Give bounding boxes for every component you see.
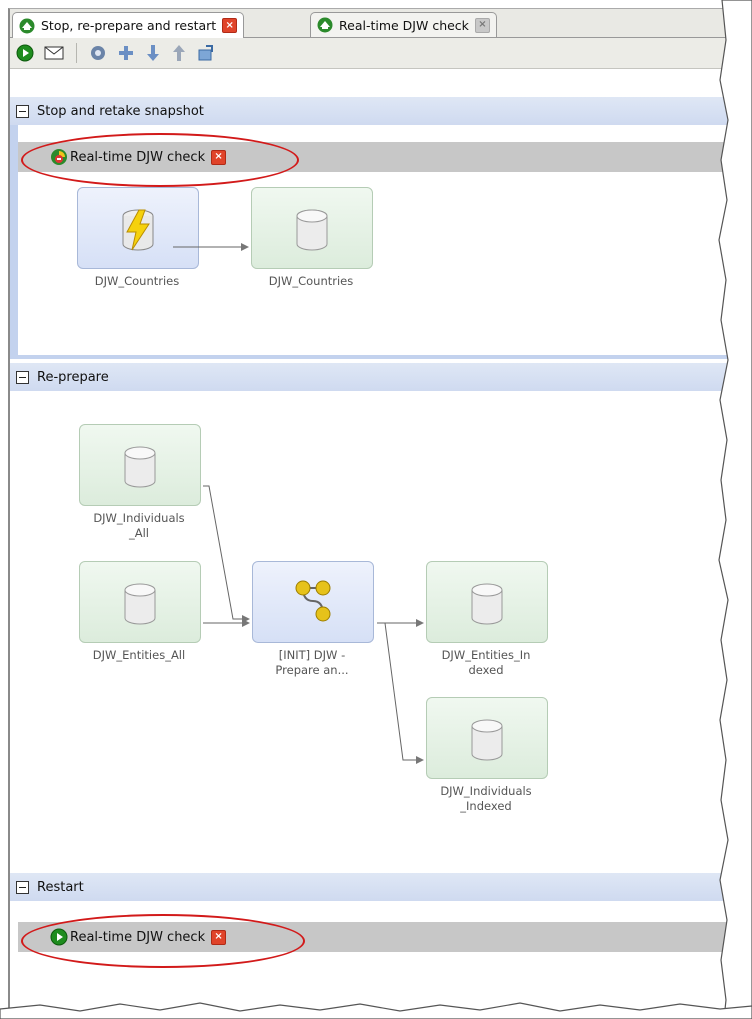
torn-edge-bottom — [0, 1002, 752, 1019]
node-label: DJW_Individuals _Indexed — [440, 784, 532, 813]
node-label: DJW_Individuals _All — [93, 511, 185, 540]
highlight-ellipse — [21, 914, 305, 968]
node-djw-individuals-indexed[interactable] — [426, 697, 548, 779]
section-title: Re-prepare — [37, 369, 109, 385]
node-djw-individuals-all[interactable] — [79, 424, 201, 506]
process-flow-icon — [295, 580, 331, 622]
node-init-djw-prepare[interactable] — [252, 561, 374, 643]
section-header-restart[interactable]: Restart — [10, 873, 736, 901]
database-icon — [471, 583, 503, 625]
node-label: DJW_Entities_All — [92, 648, 186, 662]
collapse-icon[interactable] — [16, 370, 29, 384]
node-djw-entities-all[interactable] — [79, 561, 201, 643]
section-title: Restart — [37, 879, 84, 895]
collapse-icon[interactable] — [16, 880, 29, 894]
database-icon — [124, 583, 156, 625]
node-djw-entities-indexed[interactable] — [426, 561, 548, 643]
workspace-frame: Stop, re-prepare and restart × Real-time… — [8, 8, 736, 1014]
section-header-reprepare[interactable]: Re-prepare — [10, 363, 736, 391]
node-label: DJW_Entities_In dexed — [441, 648, 531, 677]
node-label: [INIT] DJW - Prepare an... — [275, 648, 349, 677]
database-icon — [124, 446, 156, 488]
torn-edge-right — [718, 0, 752, 1019]
database-icon — [471, 719, 503, 761]
